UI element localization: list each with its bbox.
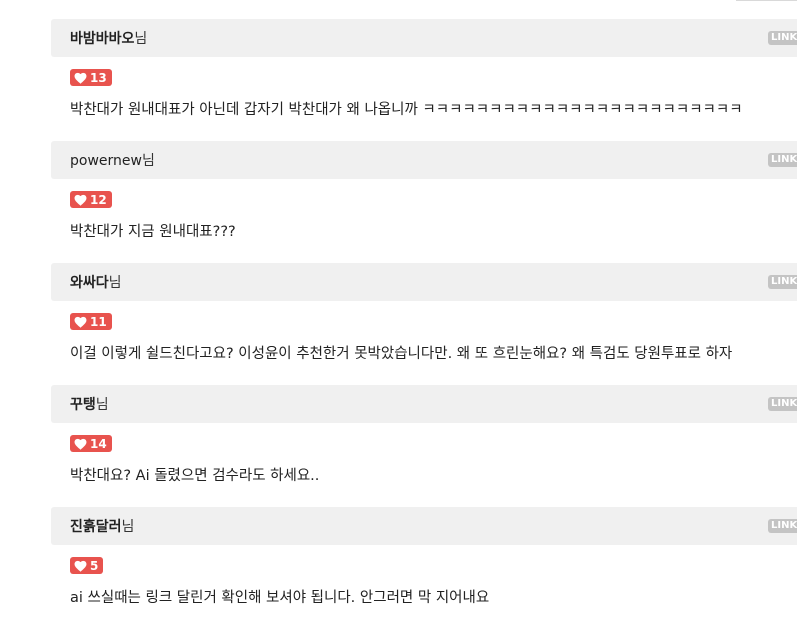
author-nickname[interactable]: 와싸다 [70,275,109,291]
link-button[interactable]: LINK [768,275,797,289]
comment-header: powernew님 LINK [51,141,797,179]
comment-author[interactable]: 와싸다님 [70,272,122,292]
comment-item: 와싸다님 LINK 11 이걸 이렇게 쉴드친다고요? 이성윤이 추천한거 못박… [51,263,797,385]
comment-header: 진흙달러님 LINK [51,507,797,545]
author-suffix: 님 [134,31,148,47]
author-suffix: 님 [95,397,109,413]
author-suffix: 님 [121,519,135,535]
author-nickname[interactable]: 진흙달러 [70,519,122,535]
comment-text: 이걸 이렇게 쉴드친다고요? 이성윤이 추천한거 못박았습니다만. 왜 또 흐린… [70,346,733,362]
comment-item: powernew님 LINK 12 박찬대가 지금 원내대표??? [51,141,797,263]
like-button[interactable]: 13 [70,69,112,86]
comment-header: 와싸다님 LINK [51,263,797,301]
like-count: 14 [90,436,107,451]
like-button[interactable]: 11 [70,313,112,330]
comment-text: ai 쓰실때는 링크 달린거 확인해 보셔야 됩니다. 안그러면 막 지어내요 [70,590,490,606]
top-divider [736,0,797,1]
comment-author[interactable]: 바밤바바오님 [70,28,147,48]
comment-text: 박찬대가 지금 원내대표??? [70,224,236,240]
comment-item: 꾸탱님 LINK 14 박찬대요? Ai 돌렸으면 검수라도 하세요.. [51,385,797,507]
link-button[interactable]: LINK [768,153,797,167]
comment-header: 꾸탱님 LINK [51,385,797,423]
like-count: 11 [90,314,107,329]
like-count: 13 [90,70,107,85]
author-suffix: 님 [108,275,122,291]
like-button[interactable]: 5 [70,557,104,574]
comment-header: 바밤바바오님 LINK [51,19,797,57]
heart-icon [74,438,87,450]
author-nickname[interactable]: 꾸탱 [70,397,96,413]
author-nickname[interactable]: 바밤바바오 [70,31,134,47]
comment-text: 박찬대가 원내대표가 아닌데 갑자기 박찬대가 왜 나옵니까 ㅋㅋㅋㅋㅋㅋㅋㅋㅋ… [70,102,743,118]
heart-icon [74,316,87,328]
link-button[interactable]: LINK [768,519,797,533]
comment-text: 박찬대요? Ai 돌렸으면 검수라도 하세요.. [70,468,320,484]
link-button[interactable]: LINK [768,31,797,45]
author-nickname[interactable]: powernew [70,153,142,169]
comment-list: 바밤바바오님 LINK 13 박찬대가 원내대표가 아닌데 갑자기 박찬대가 왜… [51,19,797,629]
author-suffix: 님 [141,153,155,169]
heart-icon [74,72,87,84]
comment-item: 바밤바바오님 LINK 13 박찬대가 원내대표가 아닌데 갑자기 박찬대가 왜… [51,19,797,141]
heart-icon [74,194,87,206]
like-count: 12 [90,192,107,207]
link-button[interactable]: LINK [768,397,797,411]
like-button[interactable]: 12 [70,191,112,208]
comment-author[interactable]: 꾸탱님 [70,394,109,414]
comment-item: 진흙달러님 LINK 5 ai 쓰실때는 링크 달린거 확인해 보셔야 됩니다.… [51,507,797,629]
like-count: 5 [90,558,99,573]
comment-author[interactable]: powernew님 [70,150,155,170]
like-button[interactable]: 14 [70,435,112,452]
heart-icon [74,560,87,572]
comment-author[interactable]: 진흙달러님 [70,516,134,536]
